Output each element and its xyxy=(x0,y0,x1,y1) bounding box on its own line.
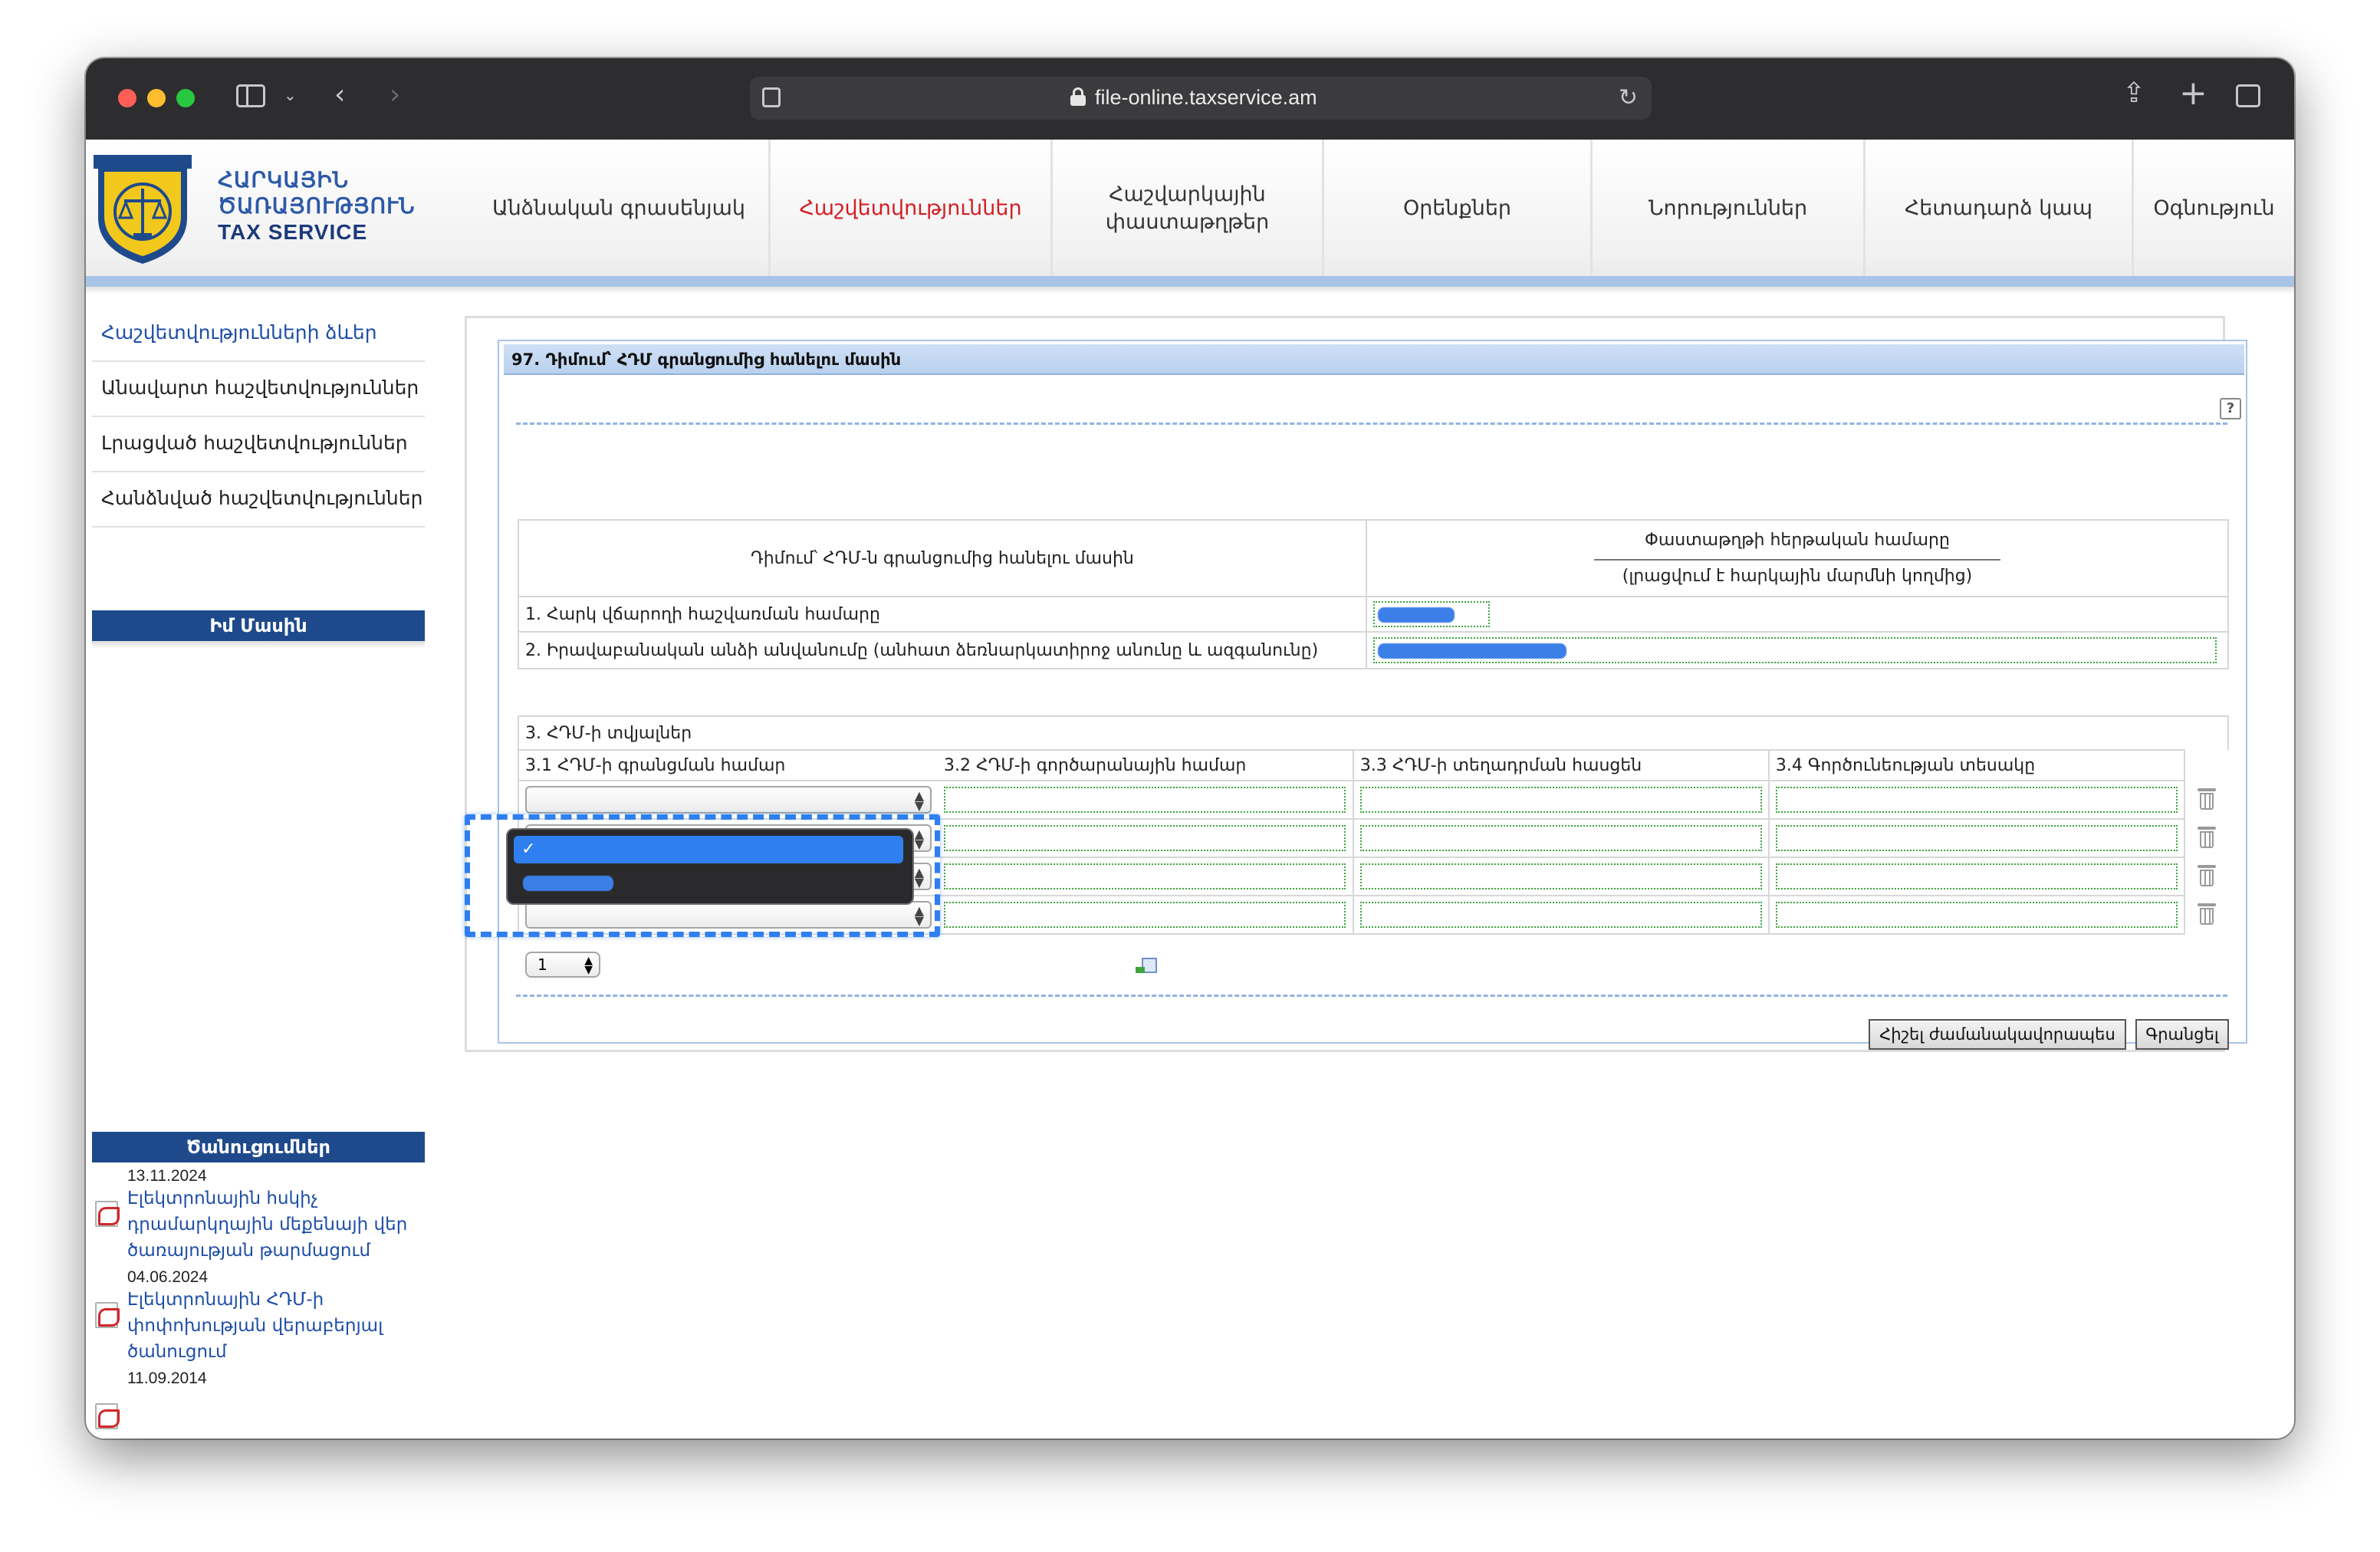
main-nav: Անձնական գրասենյակ Հաշվետվություններ Հաշ… xyxy=(469,140,2294,278)
forward-arrow-icon[interactable]: › xyxy=(390,81,400,109)
notifications-title: Ծանուցումներ xyxy=(92,1132,425,1162)
news-date: 04.06.2024 xyxy=(127,1268,209,1286)
back-arrow-icon[interactable]: ‹ xyxy=(334,81,345,109)
url-text[interactable]: file-online.taxservice.am xyxy=(1095,86,1317,110)
nav-feedback[interactable]: Հետադարձ կապ xyxy=(1863,140,2132,278)
report-form: 97. Դիմում՝ ՀԴՄ գրանցումից հանելու մասին… xyxy=(498,340,2247,1050)
section-3-title: 3. ՀԴՄ-ի տվյալներ xyxy=(518,715,2229,750)
legal-entity-name-field[interactable] xyxy=(1373,637,2217,663)
taxpayer-id-field[interactable] xyxy=(1373,601,1490,627)
chevron-down-icon[interactable]: ⌄ xyxy=(284,87,297,103)
dropdown-option-selected[interactable]: ✓ xyxy=(514,836,903,863)
new-tab-icon[interactable]: + xyxy=(2179,77,2207,110)
minimize-window-button[interactable] xyxy=(147,89,166,107)
logo-line-3: TAX SERVICE xyxy=(218,220,368,244)
news-link[interactable]: Էլեկտրոնային ՀԴՄ-ի փոփոխության վերաբերյա… xyxy=(127,1287,426,1365)
column-header: 3.2 ՀԴՄ-ի գործարանային համար xyxy=(938,749,1354,781)
divider xyxy=(516,995,2227,997)
news-item: 13.11.2024 Էլեկտրոնային հսկիչ դրամարկղայ… xyxy=(92,1167,425,1264)
activity-type-field[interactable] xyxy=(1775,863,2178,889)
tab-overview-icon[interactable] xyxy=(2236,84,2260,107)
dropdown-option[interactable] xyxy=(523,874,613,893)
news-item: 04.06.2024 Էլեկտրոնային ՀԴՄ-ի փոփոխությա… xyxy=(92,1268,425,1365)
sidebar-item-filled-reports[interactable]: Լրացված հաշվետվություններ xyxy=(92,417,425,472)
close-window-button[interactable] xyxy=(118,89,136,107)
activity-type-field[interactable] xyxy=(1775,825,2178,851)
logo-text[interactable]: ՀԱՐԿԱՅԻՆ ԾԱՌԱՅՈՒԹՅՈՒՆ TAX SERVICE xyxy=(218,167,416,245)
registration-number-select[interactable]: ▲ ▼ xyxy=(525,786,932,814)
add-row-icon[interactable] xyxy=(1136,958,1157,976)
install-address-field[interactable] xyxy=(1359,825,1762,851)
table-row: ▲ ▼ xyxy=(518,780,2228,820)
report-form-panel: 97. Դիմում՝ ՀԴՄ գրանցումից հանելու մասին… xyxy=(465,316,2247,1052)
activity-type-field[interactable] xyxy=(1775,787,2178,813)
about-me-button[interactable]: Իմ Մասին xyxy=(92,610,425,641)
install-address-field[interactable] xyxy=(1359,787,1762,813)
submit-button[interactable]: Գրանցել xyxy=(2135,1019,2229,1050)
checkmark-icon: ✓ xyxy=(521,840,536,859)
logo-line-1: ՀԱՐԿԱՅԻՆ xyxy=(218,168,349,192)
page-number-value: 1 xyxy=(537,955,547,974)
site-header: ՀԱՐԿԱՅԻՆ ԾԱՌԱՅՈՒԹՅՈՒՆ TAX SERVICE Անձնակ… xyxy=(86,140,2294,294)
activity-type-field[interactable] xyxy=(1775,902,2178,928)
address-bar[interactable]: file-online.taxservice.am ↻ xyxy=(750,77,1652,120)
browser-window: ⌄ ‹ › file-online.taxservice.am ↻ ⇪ + ՀԱ… xyxy=(86,58,2294,1439)
taxpayer-id-label: 1. Հարկ վճարողի հաշվառման համարը xyxy=(518,596,1367,633)
browser-toolbar: ⌄ ‹ › file-online.taxservice.am ↻ ⇪ + xyxy=(86,58,2294,140)
help-icon[interactable]: ? xyxy=(2220,398,2241,419)
zoom-window-button[interactable] xyxy=(176,89,195,107)
trash-icon[interactable] xyxy=(2197,827,2216,848)
sidebar-item-submitted-reports[interactable]: Հանձնված հաշվետվություններ xyxy=(92,472,425,528)
news-link[interactable]: Էլեկտրոնային հսկիչ դրամարկղային մեքենայի… xyxy=(127,1185,426,1264)
pdf-icon[interactable] xyxy=(95,1403,120,1429)
news-item: 11.09.2014 xyxy=(92,1370,425,1429)
document-number-label: Փաստաթղթի հերթական համարը xyxy=(1645,531,1950,550)
nav-personal-office[interactable]: Անձնական գրասենյակ xyxy=(469,140,768,278)
column-header: 3.4 Գործունեության տեսակը xyxy=(1767,749,2185,781)
dropdown-menu: ✓ xyxy=(506,828,914,905)
sidebar-item-report-forms[interactable]: Հաշվետվությունների ձևեր xyxy=(92,307,425,362)
form-heading: Դիմում՝ ՀԴՄ-ն գրանցումից հանելու մասին xyxy=(518,519,1367,597)
factory-number-field[interactable] xyxy=(944,787,1346,813)
factory-number-field[interactable] xyxy=(944,825,1346,851)
nav-help[interactable]: Օգնություն xyxy=(2132,140,2294,278)
reader-mode-icon[interactable] xyxy=(762,87,781,107)
nav-news[interactable]: Նորություններ xyxy=(1590,140,1863,278)
pdf-icon[interactable] xyxy=(95,1302,120,1328)
lock-icon xyxy=(1070,87,1086,106)
news-date: 11.09.2014 xyxy=(127,1370,207,1387)
sidebar-toggle-icon[interactable] xyxy=(236,84,265,107)
header-divider xyxy=(86,276,2294,294)
nav-laws[interactable]: Օրենքներ xyxy=(1322,140,1590,278)
factory-number-field[interactable] xyxy=(944,902,1346,928)
share-icon[interactable]: ⇪ xyxy=(2122,80,2145,107)
divider xyxy=(516,423,2227,425)
document-number-note: (լրացվում է հարկային մարմնի կողմից) xyxy=(1622,567,1973,586)
column-header: 3.3 ՀԴՄ-ի տեղադրման հասցեն xyxy=(1352,749,1770,781)
trash-icon[interactable] xyxy=(2197,788,2216,810)
form-title: 97. Դիմում՝ ՀԴՄ գրանցումից հանելու մասին xyxy=(504,344,2244,375)
left-sidebar: Հաշվետվությունների ձևեր Անավարտ հաշվետվո… xyxy=(92,307,425,649)
sidebar-item-unfinished-reports[interactable]: Անավարտ հաշվետվություններ xyxy=(92,362,425,417)
tax-service-logo[interactable] xyxy=(92,150,193,265)
trash-icon[interactable] xyxy=(2197,865,2216,886)
page-viewport: ՀԱՐԿԱՅԻՆ ԾԱՌԱՅՈՒԹՅՈՒՆ TAX SERVICE Անձնակ… xyxy=(86,140,2294,1439)
trash-icon[interactable] xyxy=(2197,903,2216,925)
form-header-table: Դիմում՝ ՀԴՄ-ն գրանցումից հանելու մասին Փ… xyxy=(518,519,2229,669)
column-header: 3.1 ՀԴՄ-ի գրանցման համար xyxy=(518,749,938,781)
save-draft-button[interactable]: Հիշել ժամանակավորապես xyxy=(1869,1019,2126,1050)
install-address-field[interactable] xyxy=(1359,902,1762,928)
news-date: 13.11.2024 xyxy=(127,1167,207,1185)
page-number-select[interactable]: 1 ▲ ▼ xyxy=(525,952,600,978)
legal-entity-name-label: 2. Իրավաբանական անձի անվանումը (անհատ ձե… xyxy=(518,631,1367,669)
notifications-panel: Ծանուցումներ 13.11.2024 Էլեկտրոնային հսկ… xyxy=(92,1132,425,1429)
pdf-icon[interactable] xyxy=(95,1201,120,1227)
install-address-field[interactable] xyxy=(1359,863,1762,889)
nav-calculation-documents[interactable]: Հաշվարկային փաստաթղթեր xyxy=(1050,140,1322,278)
logo-line-2: ԾԱՌԱՅՈՒԹՅՈՒՆ xyxy=(218,194,416,218)
reload-icon[interactable]: ↻ xyxy=(1619,84,1638,111)
nav-reports[interactable]: Հաշվետվություններ xyxy=(768,140,1050,278)
factory-number-field[interactable] xyxy=(944,863,1346,889)
